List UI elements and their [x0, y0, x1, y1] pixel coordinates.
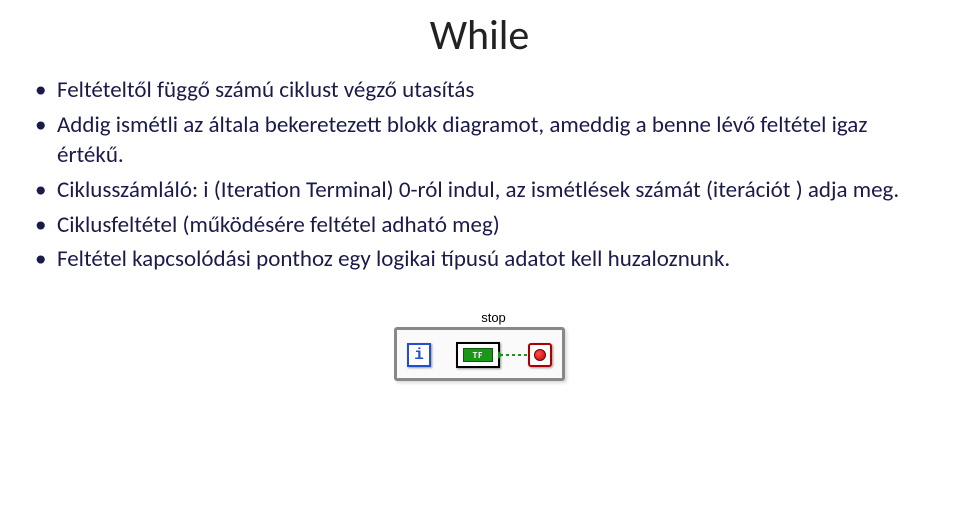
while-loop-diagram: stop i TF — [394, 310, 565, 381]
bullet-item: Ciklusszámláló: i (Iteration Terminal) 0… — [35, 176, 939, 206]
iteration-terminal-icon: i — [407, 343, 431, 367]
loop-structure: i TF — [394, 327, 565, 381]
stop-label: stop — [422, 310, 565, 325]
bullet-item: Feltételtől függő számú ciklust végző ut… — [35, 76, 939, 106]
boolean-control-group: TF — [456, 342, 552, 368]
bullet-item: Ciklusfeltétel (működésére feltétel adha… — [35, 211, 939, 241]
page-title: While — [20, 10, 939, 61]
boolean-tf-label: TF — [463, 348, 493, 362]
stop-terminal-icon — [528, 343, 552, 367]
bullet-item: Feltétel kapcsolódási ponthoz egy logika… — [35, 245, 939, 275]
bullet-list: Feltételtől függő számú ciklust végző ut… — [20, 76, 939, 275]
diagram-container: stop i TF — [20, 310, 939, 381]
bullet-item: Addig ismétli az általa bekeretezett blo… — [35, 111, 939, 171]
wire-icon — [500, 354, 528, 356]
boolean-control-icon: TF — [456, 342, 500, 368]
iteration-symbol: i — [414, 346, 424, 364]
stop-dot-icon — [534, 349, 546, 361]
